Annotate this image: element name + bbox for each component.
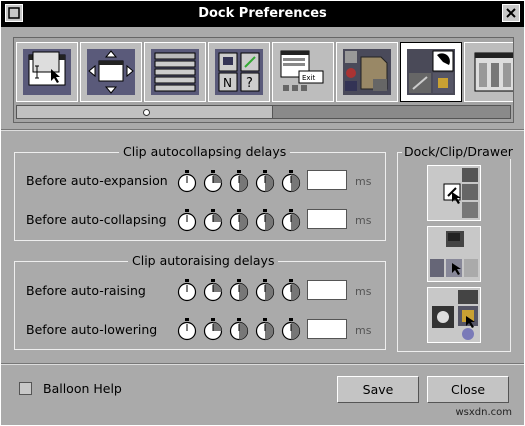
row-label-auto-collapsing: Before auto-collapsing [26,212,167,227]
delay-preset-clock-button[interactable] [228,318,250,342]
balloon-help-label: Balloon Help [43,381,122,396]
icon-preferences-icon: N? [215,49,263,95]
clip-icon [430,231,478,277]
watermark: wsxdn.com [455,407,512,418]
row-label-auto-lowering: Before auto-lowering [26,322,158,337]
tab-application-paths[interactable] [336,42,398,102]
more-preferences-icon [471,49,513,95]
delay-preset-clock-button[interactable] [228,279,250,303]
preferences-window: Dock Preferences N? Exit Clip autocollap… [0,0,525,426]
window-placement-icon [87,49,135,95]
save-button[interactable]: Save [337,376,419,403]
tab-workspace-menu[interactable]: Exit [272,42,334,102]
dock-clip-icon [407,49,455,95]
ms-unit-label: ms [355,285,372,298]
delay-preset-clock-button[interactable] [280,279,302,303]
delay-preset-clock-button[interactable] [202,209,224,233]
title-bar[interactable]: Dock Preferences [1,1,524,27]
delay-preset-clock-button[interactable] [176,318,198,342]
icon-strip-scrollbar[interactable] [16,105,511,119]
ms-unit-label: ms [355,214,372,227]
toggle-dock-button[interactable] [427,165,481,221]
delay-preset-clock-button[interactable] [280,318,302,342]
row-label-auto-expansion: Before auto-expansion [26,173,168,188]
workspace-menu-icon: Exit [279,49,327,95]
delay-preset-clock-button[interactable] [228,209,250,233]
auto-raising-input[interactable] [307,280,347,300]
window-list-icon [151,49,199,95]
tab-icon-preferences[interactable]: N? [208,42,270,102]
auto-lowering-input[interactable] [307,319,347,339]
drawer-icon [432,290,478,340]
tab-dock-clip[interactable] [400,42,462,102]
tab-more-preferences[interactable] [464,42,513,102]
ms-unit-label: ms [355,324,372,337]
close-button[interactable]: Close [427,376,509,403]
preferences-icon-strip: N? Exit [13,37,514,123]
delay-preset-clock-button[interactable] [254,318,276,342]
delay-preset-clock-button[interactable] [176,209,198,233]
window-title: Dock Preferences [198,6,327,21]
delay-preset-clock-button[interactable] [228,170,250,194]
dock-clip-drawer-group: Dock/Clip/Drawer [397,144,515,352]
top-divider [1,129,524,131]
delay-preset-clock-button[interactable] [176,170,198,194]
collapse-group-title: Clip autocollapsing delays [119,144,291,159]
delay-preset-clock-button[interactable] [254,170,276,194]
delay-preset-clock-button[interactable] [254,209,276,233]
toggle-clip-button[interactable] [427,226,481,282]
delay-preset-clock-button[interactable] [280,170,302,194]
row-label-auto-raising: Before auto-raising [26,283,146,298]
window-focus-icon [23,49,71,95]
svg-text:N: N [223,76,232,90]
raise-group-title: Clip autoraising delays [128,253,279,268]
delay-preset-clock-button[interactable] [176,279,198,303]
dock-icon [443,168,478,218]
auto-expansion-input[interactable] [307,170,347,190]
balloon-help-checkbox[interactable] [19,382,32,395]
close-icon [506,8,516,18]
tab-window-list[interactable] [144,42,206,102]
toggle-drawer-button[interactable] [427,287,481,343]
scrollbar-thumb[interactable] [17,106,273,118]
application-paths-icon [343,49,391,95]
dock-group-title: Dock/Clip/Drawer [402,144,515,159]
svg-text:?: ? [246,76,253,91]
scroll-grip-icon [143,109,150,116]
tab-window-placement[interactable] [80,42,142,102]
delay-preset-clock-button[interactable] [202,170,224,194]
close-window-button[interactable] [502,4,520,22]
bottom-divider [1,363,524,365]
tab-window-focus[interactable] [16,42,78,102]
delay-preset-clock-button[interactable] [202,318,224,342]
minimize-button[interactable] [5,4,23,22]
delay-preset-clock-button[interactable] [280,209,302,233]
minimize-icon [8,7,20,19]
delay-preset-clock-button[interactable] [202,279,224,303]
ms-unit-label: ms [355,175,372,188]
delay-preset-clock-button[interactable] [254,279,276,303]
svg-text:Exit: Exit [302,74,316,82]
auto-collapsing-input[interactable] [307,209,347,229]
